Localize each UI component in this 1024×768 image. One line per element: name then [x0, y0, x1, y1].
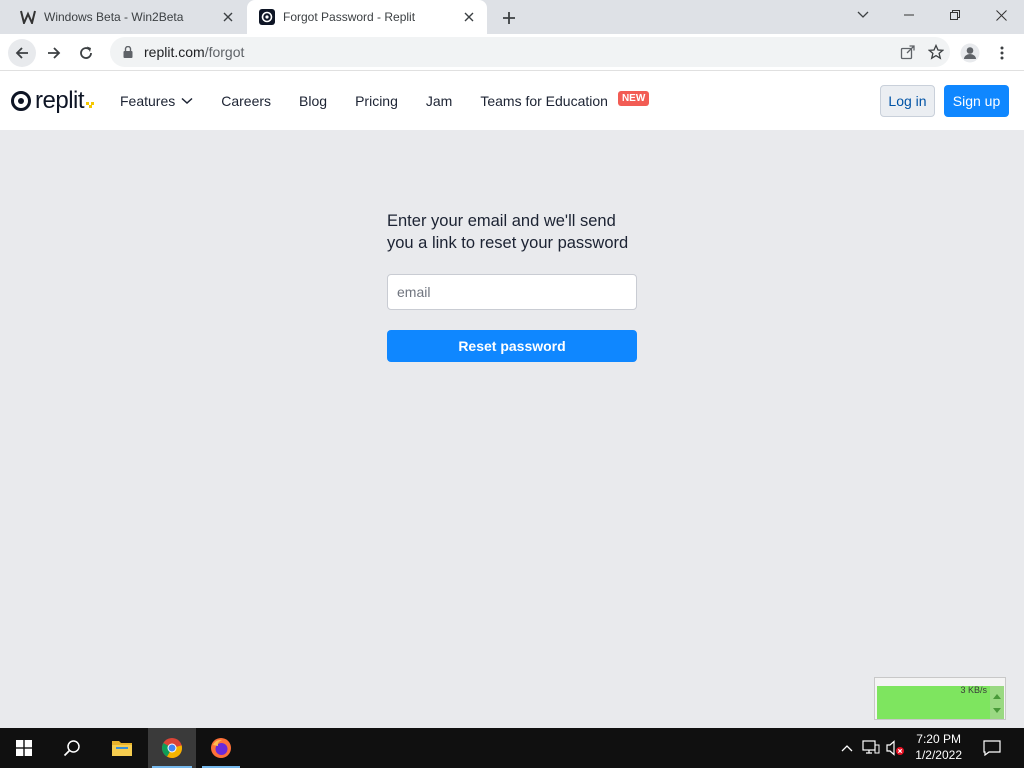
address-bar[interactable]: replit.com/forgot	[110, 37, 950, 67]
close-icon[interactable]	[220, 9, 236, 25]
window-close-icon[interactable]	[978, 0, 1024, 30]
site-header: replit Features Careers Blog Pricing Jam…	[0, 71, 1024, 130]
lock-icon	[120, 44, 136, 60]
nav-label: Careers	[221, 92, 272, 109]
back-arrow-icon[interactable]	[8, 39, 36, 67]
chevron-down-icon	[181, 97, 193, 104]
tab-title: Windows Beta - Win2Beta	[44, 10, 184, 24]
network-meter-widget: 3 KB/s	[874, 677, 1006, 720]
primary-nav: Features Careers Blog Pricing Jam Teams …	[120, 71, 650, 130]
tray-chevron-up-icon[interactable]	[838, 728, 856, 768]
reset-password-button[interactable]: Reset password	[387, 330, 637, 362]
win2beta-w-icon	[20, 9, 36, 25]
email-field[interactable]	[387, 274, 637, 310]
tray-clock[interactable]: 7:20 PM 1/2/2022	[915, 731, 962, 763]
url-host: replit.com	[144, 44, 205, 60]
nav-label: Blog	[299, 92, 328, 109]
tab-search-chevron-icon[interactable]	[840, 0, 886, 30]
restore-icon[interactable]	[932, 0, 978, 30]
url-text: replit.com/forgot	[144, 44, 894, 60]
nav-label: Features	[120, 92, 176, 109]
volume-muted-icon[interactable]	[884, 728, 906, 768]
network-tray-icon[interactable]	[860, 728, 882, 768]
tray-time: 7:20 PM	[916, 732, 961, 746]
network-rate: 3 KB/s	[960, 685, 987, 695]
network-meter-scroll[interactable]	[990, 686, 1004, 719]
windows-taskbar: 7:20 PM 1/2/2022	[0, 728, 1024, 768]
search-icon[interactable]	[48, 728, 96, 768]
replit-icon	[259, 9, 275, 25]
profile-avatar-icon[interactable]	[956, 39, 984, 67]
replit-logo[interactable]: replit	[10, 87, 95, 114]
nav-label: Jam	[425, 92, 453, 109]
tab-title: Forgot Password - Replit	[283, 10, 416, 24]
tab-replit-forgot[interactable]: Forgot Password - Replit	[247, 0, 487, 34]
minimize-icon[interactable]	[886, 0, 932, 30]
nav-features[interactable]: Features	[120, 93, 193, 109]
forward-arrow-icon[interactable]	[40, 39, 68, 67]
tab-win2beta[interactable]: Windows Beta - Win2Beta	[8, 0, 246, 34]
forgot-password-form: Enter your email and we'll send you a li…	[387, 210, 637, 362]
nav-label: Pricing	[355, 92, 398, 109]
nav-label: Teams for Education	[480, 92, 608, 109]
bookmark-star-icon[interactable]	[922, 38, 950, 66]
file-explorer-icon[interactable]	[98, 728, 146, 768]
nav-pricing[interactable]: Pricing	[355, 93, 398, 109]
browser-toolbar: replit.com/forgot	[0, 34, 1024, 71]
share-icon[interactable]	[894, 38, 922, 66]
replit-logo-icon	[11, 91, 31, 111]
chrome-taskbar-icon[interactable]	[148, 728, 196, 768]
nav-teams-for-education[interactable]: Teams for Education	[480, 93, 608, 109]
new-badge: NEW	[617, 91, 650, 106]
nav-jam[interactable]: Jam	[426, 93, 452, 109]
url-path: /forgot	[204, 44, 245, 60]
nav-blog[interactable]: Blog	[299, 93, 327, 109]
firefox-taskbar-icon[interactable]	[198, 728, 244, 768]
menu-kebab-icon[interactable]	[988, 39, 1016, 67]
tray-date: 1/2/2022	[915, 748, 962, 762]
logo-wordmark: replit	[35, 87, 85, 114]
reload-icon[interactable]	[72, 39, 100, 67]
logo-sparkle-icon	[86, 102, 95, 108]
windows-start-icon[interactable]	[0, 728, 48, 768]
login-button[interactable]: Log in	[880, 85, 935, 117]
new-tab-button[interactable]	[498, 7, 520, 29]
close-icon[interactable]	[461, 9, 477, 25]
nav-careers[interactable]: Careers	[221, 93, 271, 109]
notifications-icon[interactable]	[978, 728, 1006, 768]
window-controls	[840, 0, 1024, 34]
browser-tab-strip: Windows Beta - Win2Beta Forgot Password …	[0, 0, 1024, 34]
reset-instructions: Enter your email and we'll send you a li…	[387, 212, 629, 252]
signup-button[interactable]: Sign up	[944, 85, 1009, 117]
